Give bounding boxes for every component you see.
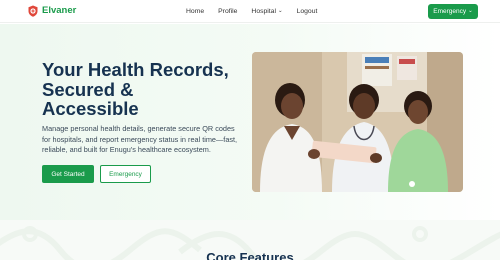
nav-links: Home Profile Hospital ⌄ Logout <box>186 7 331 16</box>
emergency-dropdown-label: Emergency <box>433 8 467 15</box>
core-features-heading: Core Features <box>206 250 294 260</box>
nav-link-hospital-label: Hospital <box>251 8 276 15</box>
nav-link-home[interactable]: Home <box>186 7 204 16</box>
brand[interactable]: Elvaner <box>28 5 76 17</box>
shield-logo-icon <box>28 5 38 17</box>
nav-link-logout[interactable]: Logout <box>297 7 318 16</box>
nav-link-profile[interactable]: Profile <box>218 7 237 16</box>
top-navbar: Elvaner Home Profile Hospital ⌄ Logout E… <box>0 0 500 23</box>
hero-image <box>252 52 463 192</box>
chevron-down-icon: ⌄ <box>468 8 473 14</box>
nurses-illustration <box>252 52 463 192</box>
hero-title: Your Health Records, Secured & Accessibl… <box>42 59 229 119</box>
nav-link-hospital[interactable]: Hospital ⌄ <box>251 7 282 16</box>
emergency-dropdown-button[interactable]: Emergency ⌄ <box>428 4 478 19</box>
hero-subtitle: Manage personal health details, generate… <box>42 124 238 155</box>
emergency-button[interactable]: Emergency <box>100 165 151 183</box>
chevron-down-icon: ⌄ <box>277 8 283 14</box>
brand-name: Elvaner <box>42 5 77 16</box>
get-started-button[interactable]: Get Started <box>42 165 94 183</box>
